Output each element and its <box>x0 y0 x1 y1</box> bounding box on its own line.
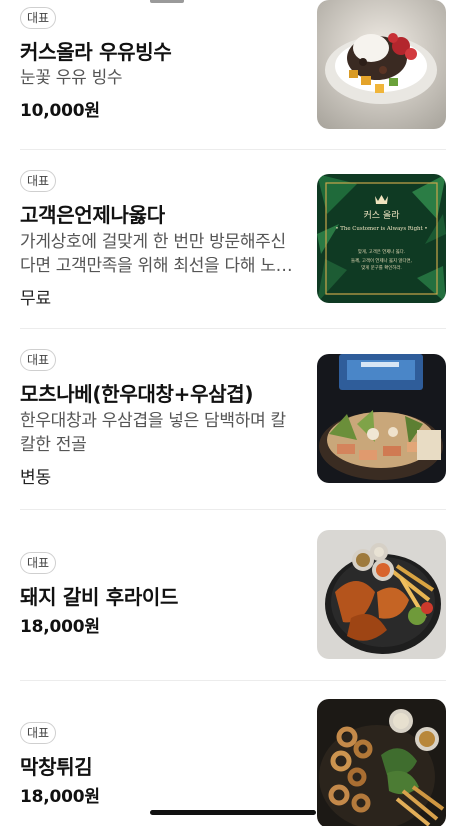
menu-item-price: 18,000원 <box>20 787 100 807</box>
card-slogan-text: • The Customer is Always Right • <box>335 226 427 232</box>
hotpot-photo[interactable] <box>317 354 446 483</box>
card-line-text: 맞게, 고객은 언제나 옳다. <box>358 248 405 255</box>
menu-item-name: 돼지 갈비 후라이드 <box>20 585 179 609</box>
card-line-text: 들께, 고객이 언제나 옳지 않다면, <box>351 257 412 264</box>
menu-item-description: 눈꽃 우유 빙수 <box>20 68 123 88</box>
signature-badge: 대표 <box>20 722 57 744</box>
menu-item-price: 무료 <box>20 289 51 309</box>
menu-item[interactable]: 대표 고객은언제나옳다 가게상호에 걸맞게 한 번만 방문해주신다면 고객만족을… <box>0 150 466 328</box>
menu-item-name: 커스올라 우유빙수 <box>20 40 172 64</box>
menu-item-name: 막창튀김 <box>20 755 93 779</box>
menu-item-name: 고객은언제나옳다 <box>20 203 165 227</box>
signature-badge: 대표 <box>20 349 57 371</box>
menu-item[interactable]: 대표 커스올라 우유빙수 눈꽃 우유 빙수 10,000원 <box>0 0 466 150</box>
menu-item[interactable]: 대표 막창튀김 18,000원 <box>0 681 466 826</box>
signature-badge: 대표 <box>20 170 57 192</box>
signature-badge: 대표 <box>20 7 57 29</box>
bingsu-photo[interactable] <box>317 0 446 129</box>
menu-item-price: 18,000원 <box>20 617 100 637</box>
menu-item-price: 10,000원 <box>20 101 100 121</box>
signature-badge: 대표 <box>20 552 57 574</box>
card-line-text: 맞게 문구를 확인하라. <box>361 264 402 271</box>
customer-card-image[interactable]: 커스 올라 • The Customer is Always Right • 맞… <box>317 174 446 303</box>
menu-item-description: 한우대창과 우삼겹을 넣은 담백하며 칼칼한 전골 <box>20 411 286 455</box>
fried-ribs-photo[interactable] <box>317 530 446 659</box>
menu-item-description: 가게상호에 걸맞게 한 번만 방문해주신다면 고객만족을 위해 최선을 다해 노… <box>20 232 291 276</box>
menu-item[interactable]: 대표 모츠나베(한우대창+우삼겹) 한우대창과 우삼겹을 넣은 담백하며 칼칼한… <box>0 329 466 509</box>
home-indicator[interactable] <box>150 810 316 815</box>
fried-makchang-photo[interactable] <box>317 699 446 826</box>
menu-item-price: 변동 <box>20 468 51 488</box>
menu-item-name: 모츠나베(한우대창+우삼겹) <box>20 382 254 406</box>
card-brand-text: 커스 올라 <box>364 210 401 221</box>
menu-item[interactable]: 대표 돼지 갈비 후라이드 18,000원 <box>0 510 466 680</box>
